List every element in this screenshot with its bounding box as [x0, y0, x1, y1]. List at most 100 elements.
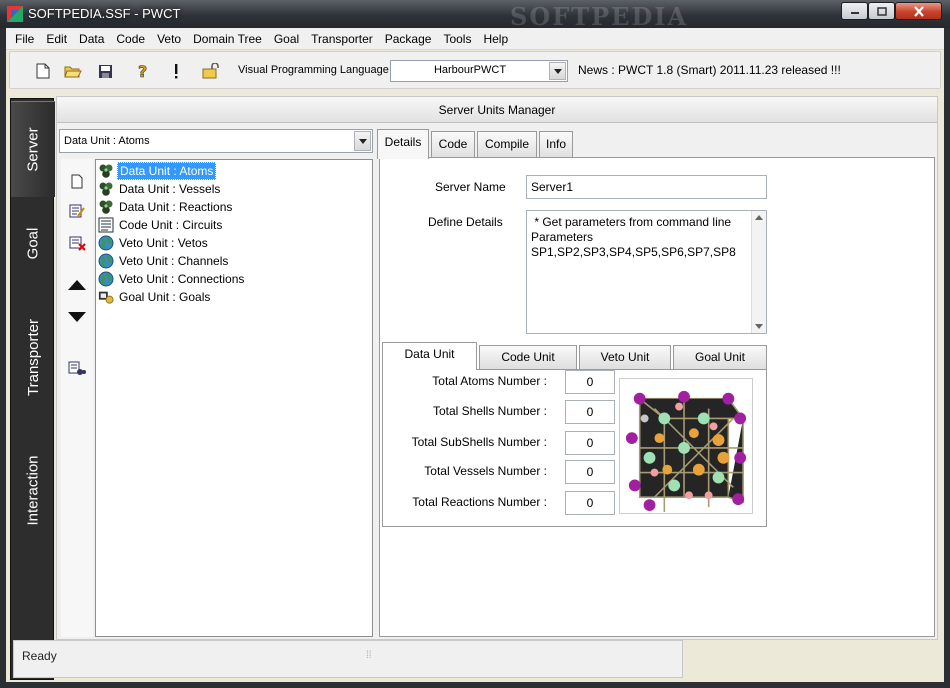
search-item-icon[interactable] [67, 359, 87, 379]
tree-item[interactable]: Code Unit : Circuits [98, 216, 224, 234]
goal-icon [98, 289, 114, 305]
count-value[interactable]: 0 [565, 370, 615, 394]
tab-goal-unit[interactable]: Goal Unit [673, 345, 767, 369]
menu-domain-tree[interactable]: Domain Tree [187, 28, 268, 50]
side-tab-server-label: Server [24, 127, 42, 172]
details-tabs: Details Code Compile Info [377, 129, 937, 159]
tab-code[interactable]: Code [431, 131, 475, 157]
define-details-textarea[interactable]: * Get parameters from command line Param… [526, 210, 767, 334]
menu-help[interactable]: Help [477, 28, 514, 50]
count-value[interactable]: 0 [565, 431, 615, 455]
unlock-icon[interactable] [200, 60, 222, 82]
tree-item[interactable]: Data Unit : Reactions [98, 198, 234, 216]
menu-goal[interactable]: Goal [268, 28, 305, 50]
move-up-icon[interactable] [67, 275, 87, 295]
chevron-down-icon [358, 138, 367, 144]
count-label: Total Vessels Number : [424, 464, 547, 478]
vpl-dropdown-button[interactable] [549, 62, 566, 80]
app-icon [7, 6, 23, 22]
scroll-up-icon[interactable] [755, 215, 763, 220]
status-text: Ready [22, 649, 57, 663]
tree-item[interactable]: Veto Unit : Connections [98, 270, 246, 288]
new-item-icon[interactable] [67, 171, 87, 191]
globe-icon [98, 271, 114, 287]
menu-bar: File Edit Data Code Veto Domain Tree Goa… [6, 28, 944, 50]
minimize-button[interactable] [841, 2, 868, 20]
tree-item[interactable]: Veto Unit : Channels [98, 252, 230, 270]
move-down-icon[interactable] [67, 307, 87, 327]
watermark-text: SOFTPEDIA [510, 2, 689, 31]
details-panel: Server Name Server1 Define Details * Get… [379, 157, 935, 637]
tab-compile[interactable]: Compile [477, 131, 537, 157]
side-tab-interaction[interactable]: Interaction [11, 425, 55, 555]
tab-veto-unit[interactable]: Veto Unit [579, 345, 671, 369]
minimize-icon [850, 12, 859, 14]
vpl-select[interactable]: HarbourPWCT [390, 60, 568, 82]
side-tab-transporter-label: Transporter [24, 318, 42, 396]
maximize-icon [876, 6, 887, 16]
count-row-reactions: Total Reactions Number : 0 [383, 491, 615, 515]
tree-tools [61, 159, 93, 637]
scroll-down-icon[interactable] [755, 324, 763, 329]
domain-tree[interactable]: Data Unit : Atoms Data Unit : Vessels Data… [95, 159, 373, 637]
count-label: Total Atoms Number : [432, 374, 547, 388]
define-details-text: * Get parameters from command line Param… [531, 215, 736, 259]
tree-item-label: Data Unit : Vessels [119, 182, 221, 196]
client-area: File Edit Data Code Veto Domain Tree Goa… [6, 28, 944, 682]
count-label: Total Shells Number : [432, 404, 547, 418]
help-icon[interactable]: ? [132, 60, 154, 82]
count-value[interactable]: 0 [565, 460, 615, 484]
panel-title: Server Units Manager [57, 97, 937, 123]
side-tab-goal[interactable]: Goal [11, 197, 55, 289]
side-tab-transporter[interactable]: Transporter [11, 289, 55, 425]
server-units-manager: Server Units Manager Data Unit : Atoms D… [56, 96, 938, 640]
count-value[interactable]: 0 [565, 491, 615, 515]
define-details-label: Define Details [428, 215, 503, 229]
open-folder-icon[interactable] [62, 60, 84, 82]
tab-details[interactable]: Details [377, 129, 429, 159]
tree-item[interactable]: Veto Unit : Vetos [98, 234, 210, 252]
tree-item[interactable]: Data Unit : Atoms [98, 162, 217, 180]
status-bar-filler [685, 640, 940, 678]
save-icon[interactable] [94, 60, 116, 82]
application-window: SOFTPEDIA.SSF - PWCT SOFTPEDIA File Edit… [0, 0, 950, 688]
delete-item-icon[interactable] [67, 233, 87, 253]
close-button[interactable] [895, 2, 942, 20]
status-bar: Ready ⁞⁞ [13, 640, 683, 678]
title-bar[interactable]: SOFTPEDIA.SSF - PWCT SOFTPEDIA [0, 0, 950, 31]
menu-edit[interactable]: Edit [40, 28, 73, 50]
tab-info[interactable]: Info [539, 131, 573, 157]
tree-item-label: Code Unit : Circuits [119, 218, 223, 232]
chevron-down-icon [553, 68, 562, 74]
resize-grip-icon[interactable]: ⁞⁞ [366, 650, 372, 661]
side-tab-server[interactable]: Server [11, 101, 55, 197]
count-value[interactable]: 0 [565, 400, 615, 424]
menu-code[interactable]: Code [110, 28, 151, 50]
new-file-icon[interactable] [32, 60, 54, 82]
vpl-label: Visual Programming Language [238, 64, 389, 76]
toolbar: ? Visual Programming Language HarbourPWC… [9, 51, 941, 89]
menu-data[interactable]: Data [73, 28, 110, 50]
vertical-scrollbar[interactable] [751, 211, 766, 333]
menu-file[interactable]: File [9, 28, 40, 50]
side-navigation: Server Goal Transporter Interaction [10, 98, 55, 680]
globe-icon [98, 235, 114, 251]
tree-item[interactable]: Goal Unit : Goals [98, 288, 212, 306]
tree-item[interactable]: Data Unit : Vessels [98, 180, 222, 198]
tab-data-unit[interactable]: Data Unit [382, 342, 477, 370]
data-unit-select[interactable]: Data Unit : Atoms [59, 129, 373, 153]
exclamation-icon[interactable] [165, 60, 187, 82]
data-unit-icon [98, 163, 114, 179]
edit-item-icon[interactable] [67, 201, 87, 221]
data-unit-dropdown-button[interactable] [354, 131, 371, 151]
svg-text:?: ? [138, 62, 147, 80]
menu-transporter[interactable]: Transporter [305, 28, 379, 50]
news-text: News : PWCT 1.8 (Smart) 2011.11.23 relea… [578, 63, 841, 77]
maximize-button[interactable] [868, 2, 895, 20]
menu-veto[interactable]: Veto [151, 28, 187, 50]
tab-code-unit[interactable]: Code Unit [479, 345, 577, 369]
server-name-input[interactable]: Server1 [526, 175, 767, 199]
menu-package[interactable]: Package [379, 28, 438, 50]
menu-tools[interactable]: Tools [437, 28, 477, 50]
tree-item-label: Goal Unit : Goals [119, 290, 211, 304]
